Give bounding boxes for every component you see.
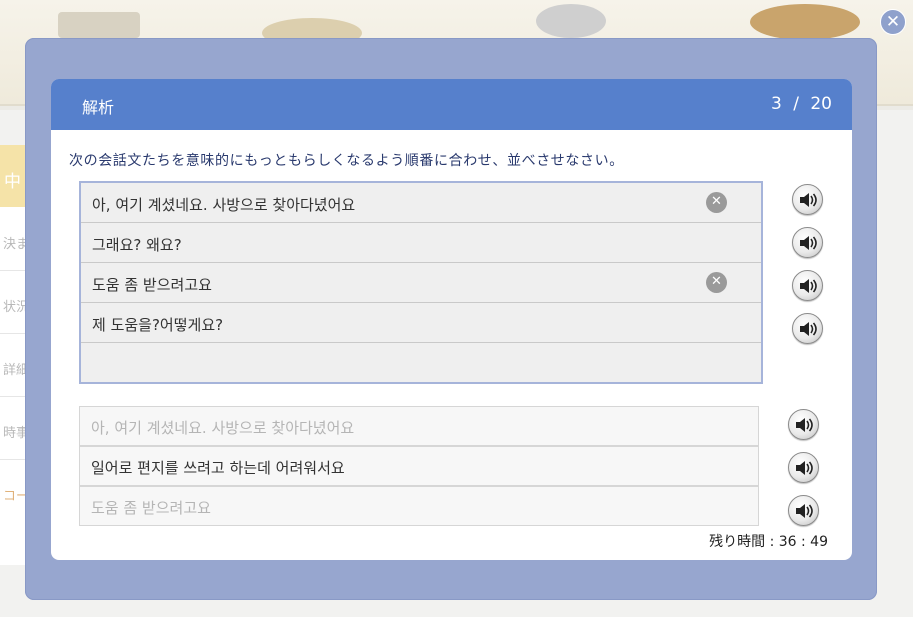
option-item[interactable]: 도움 좀 받으려고요 [79,486,759,526]
progress-separator: / [793,94,799,114]
banner-decoration-masks [750,4,860,40]
option-item[interactable]: 일어로 편지를 쓰려고 하는데 어려워서요 [79,446,759,486]
answer-slot-empty[interactable] [81,343,761,382]
progress-total: 20 [810,94,832,114]
quiz-panel: 解析 3 / 20 次の会話文たちを意味的にもっともらしくなるよう順番に合わせ、… [51,79,852,560]
speaker-icon[interactable] [792,270,823,301]
speaker-icon[interactable] [788,409,819,440]
remove-icon[interactable]: ✕ [706,192,727,213]
banner-decoration-figures [536,4,606,38]
option-item[interactable]: 아, 여기 계셨네요. 사방으로 찾아다녔어요 [79,406,759,446]
answer-text: 도움 좀 받으려고요 [92,276,212,294]
timer-label: 残り時間 [709,534,766,550]
speaker-icon[interactable] [788,452,819,483]
panel-title: 解析 [82,98,115,117]
answer-drop-area[interactable]: 아, 여기 계셨네요. 사방으로 찾아다녔어요 ✕ 그래요? 왜요? 도움 좀 … [79,181,763,384]
remove-icon[interactable]: ✕ [706,272,727,293]
answer-text: 아, 여기 계셨네요. 사방으로 찾아다녔어요 [92,196,356,214]
answer-text: 제 도움을?어떻게요? [92,316,224,334]
speaker-icon[interactable] [792,313,823,344]
speaker-icon[interactable] [788,495,819,526]
panel-header: 解析 3 / 20 [51,79,852,130]
question-progress: 3 / 20 [771,94,832,114]
banner-decoration-palace [58,12,140,38]
remaining-time: 残り時間 : 36 : 49 [709,534,828,550]
quiz-modal: 解析 3 / 20 次の会話文たちを意味的にもっともらしくなるよう順番に合わせ、… [25,38,877,600]
answer-slot[interactable]: 그래요? 왜요? [81,223,761,263]
speaker-icon[interactable] [792,184,823,215]
question-instruction: 次の会話文たちを意味的にもっともらしくなるよう順番に合わせ、並べさせなさい。 [69,153,624,169]
timer-value: 36 : 49 [778,534,828,550]
progress-current: 3 [770,94,782,114]
answer-text: 그래요? 왜요? [92,236,182,254]
close-icon[interactable]: ✕ [880,9,906,35]
option-text: 일어로 편지를 쓰려고 하는데 어려워서요 [91,459,345,477]
option-text: 도움 좀 받으려고요 [91,499,211,517]
speaker-icon[interactable] [792,227,823,258]
background-sidebar-tab: 中 [0,145,28,207]
answer-slot[interactable]: 아, 여기 계셨네요. 사방으로 찾아다녔어요 ✕ [81,183,761,223]
answer-slot[interactable]: 도움 좀 받으려고요 ✕ [81,263,761,303]
option-text: 아, 여기 계셨네요. 사방으로 찾아다녔어요 [91,419,355,437]
answer-slot[interactable]: 제 도움을?어떻게요? [81,303,761,343]
